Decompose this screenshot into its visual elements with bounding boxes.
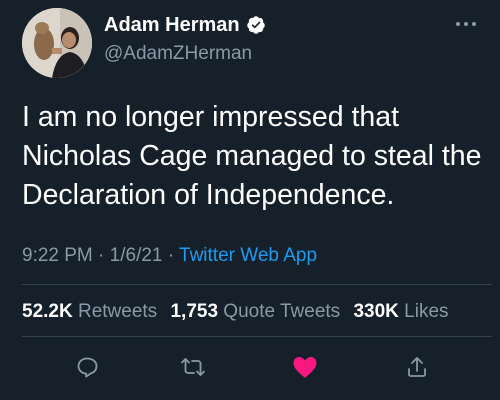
verified-badge-icon — [246, 15, 266, 35]
meta-separator: · — [167, 245, 175, 266]
likes-stat[interactable]: 330K Likes — [353, 301, 448, 322]
retweet-button[interactable] — [178, 352, 208, 382]
tweet-actions — [0, 352, 500, 382]
author-handle[interactable]: @AdamZHerman — [104, 42, 252, 66]
tweet-stats: 52.2K Retweets 1,753 Quote Tweets 330K L… — [22, 300, 449, 324]
quote-tweets-label: Quote Tweets — [223, 301, 341, 322]
tweet-text: I am no longer impressed that Nicholas C… — [22, 101, 482, 211]
retweets-label: Retweets — [77, 301, 158, 322]
tweet-source-link[interactable]: Twitter Web App — [179, 245, 317, 266]
tweet-card: Adam Herman @AdamZHerman I am no longer … — [0, 0, 500, 400]
reply-icon — [77, 357, 98, 378]
share-button[interactable] — [402, 352, 432, 382]
author-name-row: Adam Herman — [104, 13, 266, 37]
display-name[interactable]: Adam Herman — [104, 13, 240, 37]
like-button[interactable] — [290, 352, 320, 382]
meta-separator: · — [98, 245, 105, 266]
reply-button[interactable] — [72, 352, 102, 382]
likes-count: 330K — [353, 301, 399, 322]
share-icon — [408, 357, 426, 377]
tweet-date[interactable]: 1/6/21 — [110, 245, 163, 266]
avatar[interactable] — [22, 8, 92, 78]
heart-filled-icon — [293, 357, 317, 378]
divider — [22, 336, 492, 337]
more-dots-icon — [456, 22, 476, 26]
retweets-stat[interactable]: 52.2K Retweets — [22, 301, 157, 322]
quote-tweets-stat[interactable]: 1,753 Quote Tweets — [170, 301, 340, 322]
quote-tweets-count: 1,753 — [170, 301, 219, 322]
tweet-meta: 9:22 PM · 1/6/21 · Twitter Web App — [22, 244, 317, 268]
more-options-button[interactable] — [452, 12, 480, 36]
retweets-count: 52.2K — [22, 301, 73, 322]
tweet-time[interactable]: 9:22 PM — [22, 245, 93, 266]
retweet-icon — [181, 358, 205, 376]
likes-label: Likes — [404, 301, 449, 322]
divider — [22, 284, 492, 285]
